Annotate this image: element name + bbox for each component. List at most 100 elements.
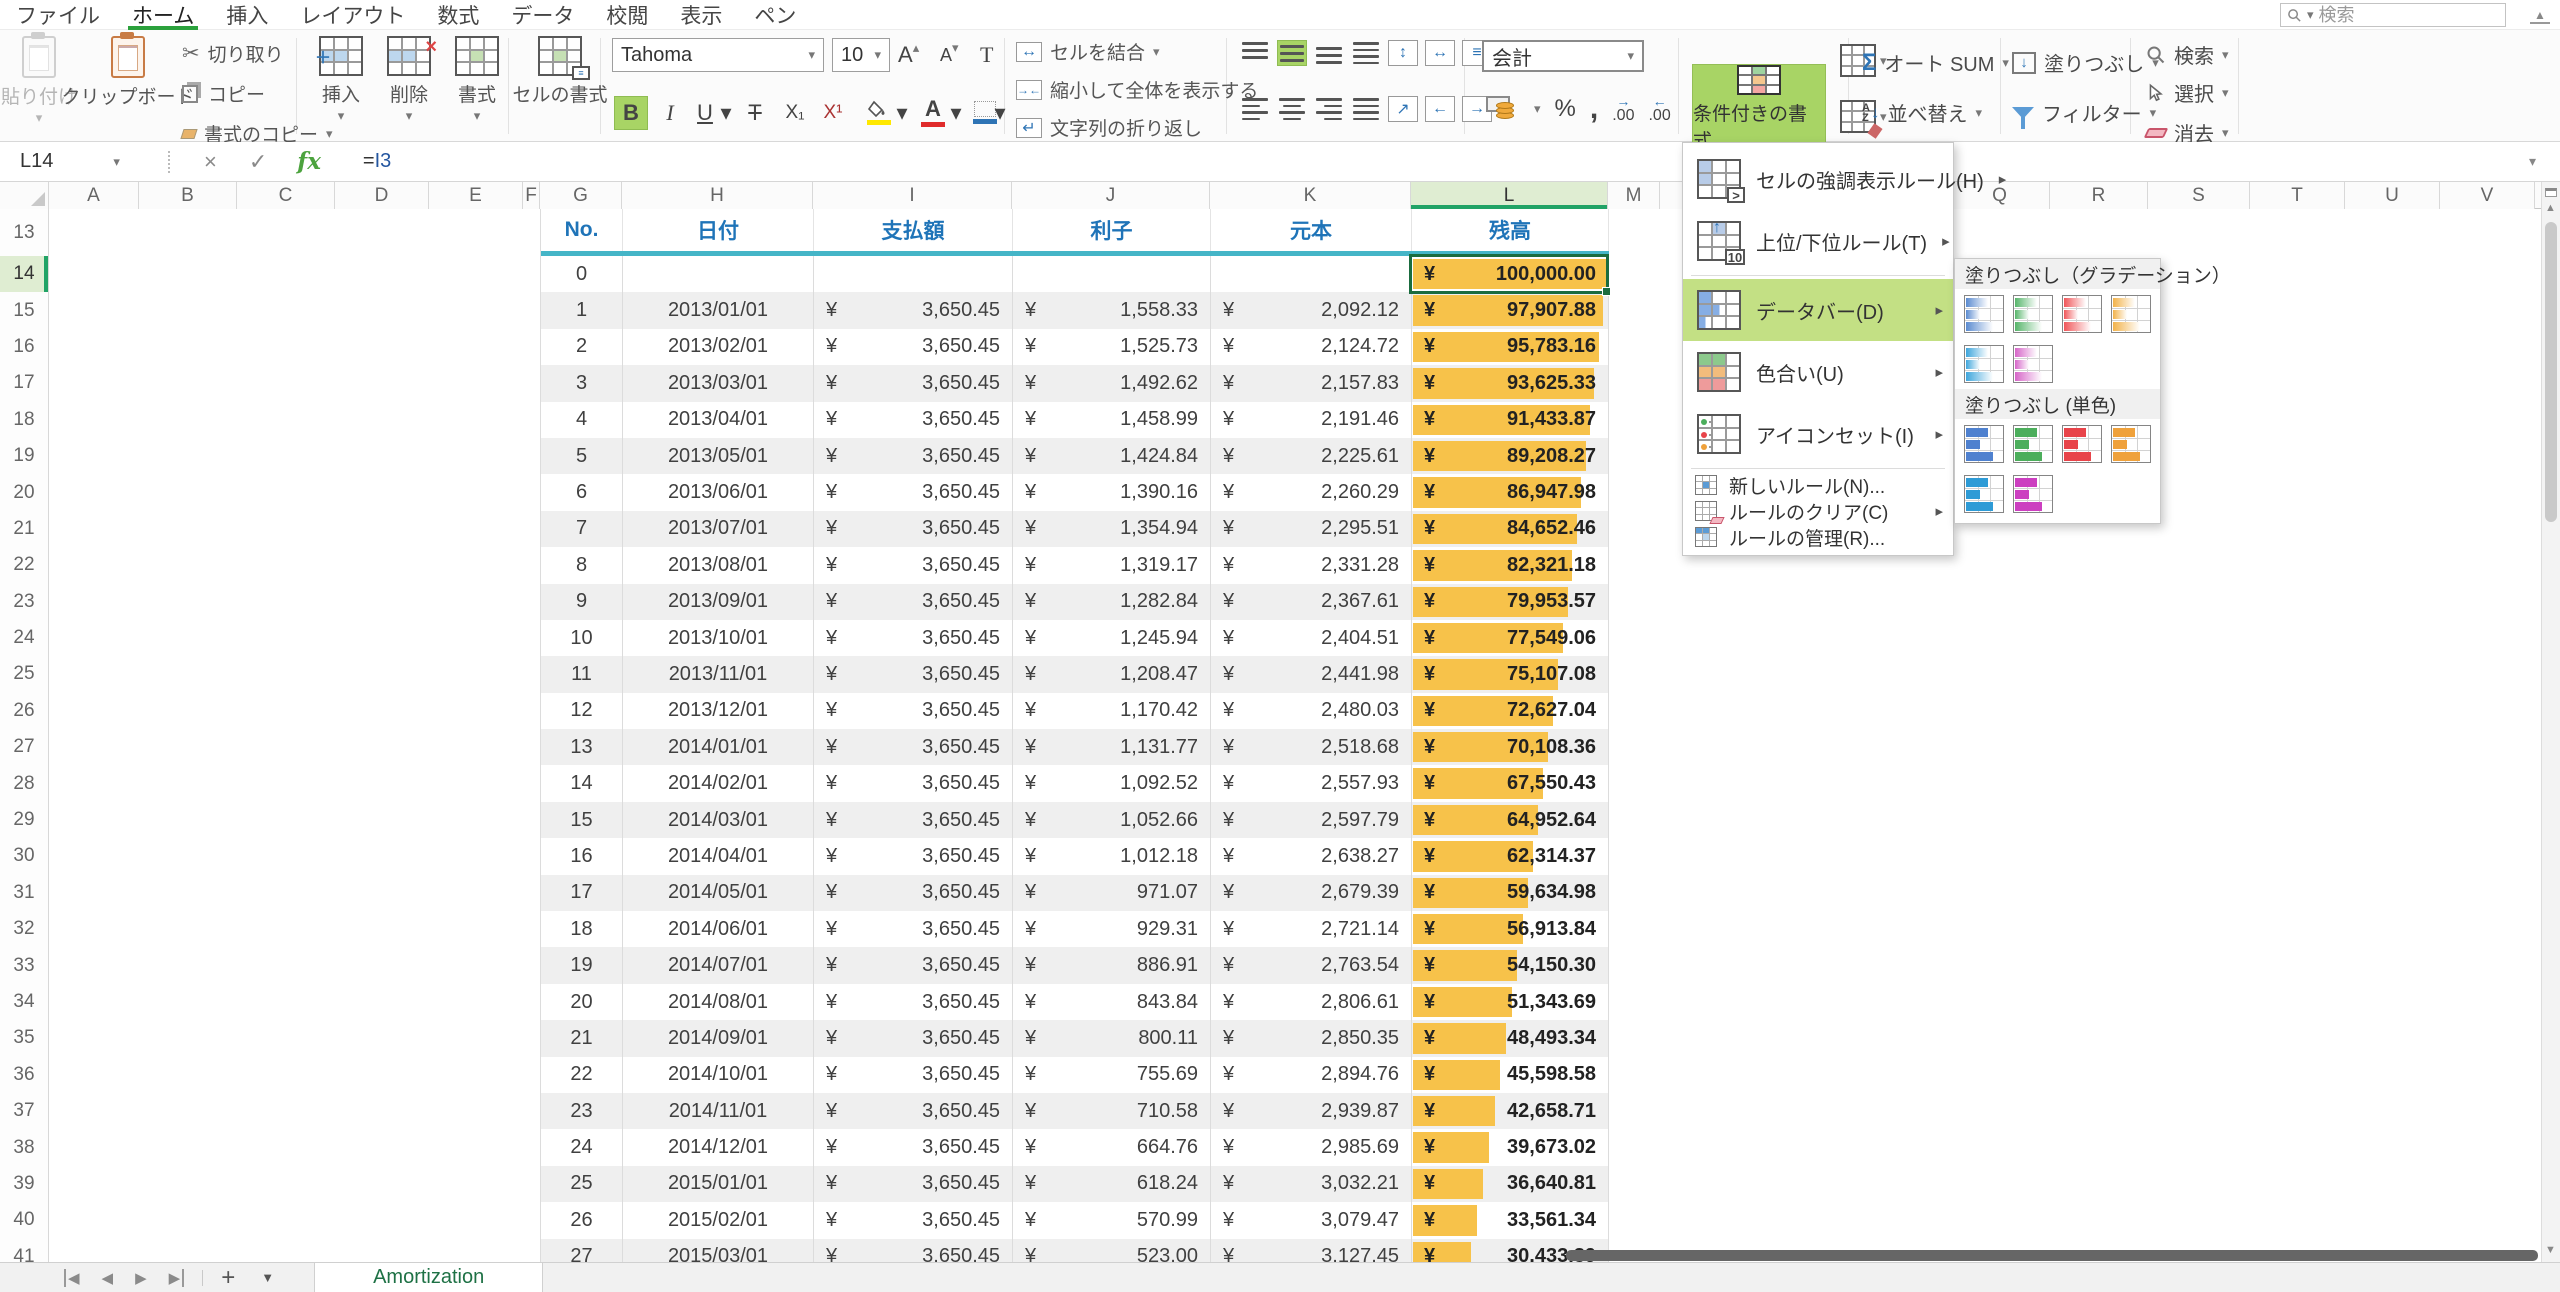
row-header-25[interactable]: 25 — [0, 656, 48, 692]
search-caret-icon[interactable]: ▾ — [2307, 10, 2314, 20]
superscript-button[interactable]: X¹ — [816, 96, 850, 130]
copy-button[interactable]: コピー — [182, 80, 265, 107]
cell-balance[interactable]: ¥33,561.34 — [1412, 1202, 1609, 1238]
row-header-27[interactable]: 27 — [0, 729, 48, 765]
row-header-19[interactable]: 19 — [0, 438, 48, 474]
cell-principal[interactable]: ¥2,225.61 — [1211, 438, 1412, 474]
column-header-G[interactable]: G — [540, 182, 622, 209]
format-cells-button[interactable]: 書式 ▾ — [446, 36, 508, 121]
cell-date[interactable]: 2013/05/01 — [623, 438, 814, 474]
cell-no[interactable]: 24 — [541, 1129, 623, 1165]
subscript-button[interactable]: X₁ — [778, 96, 812, 130]
cell-date[interactable]: 2013/02/01 — [623, 329, 814, 365]
column-header-S[interactable]: S — [2148, 182, 2250, 209]
cell-no[interactable]: 11 — [541, 656, 623, 692]
cell-principal[interactable]: ¥3,032.21 — [1211, 1166, 1412, 1202]
row-header-23[interactable]: 23 — [0, 584, 48, 620]
cell-principal[interactable]: ¥3,079.47 — [1211, 1202, 1412, 1238]
cell-principal[interactable]: ¥2,092.12 — [1211, 292, 1412, 328]
column-header-F[interactable]: F — [523, 182, 540, 209]
cell-payment[interactable] — [814, 256, 1013, 292]
sheet-grid[interactable]: 1314151617181920212223242526272829303132… — [0, 209, 2560, 1262]
cell-date[interactable]: 2014/12/01 — [623, 1129, 814, 1165]
cf-menu-item-3[interactable]: データバー(D)▸ — [1683, 279, 1953, 341]
name-box-caret-icon[interactable]: ▾ — [113, 157, 120, 167]
row-header-31[interactable]: 31 — [0, 875, 48, 911]
cell-principal[interactable]: ¥2,331.28 — [1211, 547, 1412, 583]
cell-balance[interactable]: ¥59,634.98 — [1412, 875, 1609, 911]
confirm-entry-icon[interactable]: ✓ — [249, 149, 267, 175]
gradient-swatch-4[interactable] — [2111, 295, 2151, 333]
cell-interest[interactable]: ¥1,525.73 — [1013, 329, 1211, 365]
italic-button[interactable]: I — [656, 96, 684, 130]
solid-swatch-3[interactable] — [2062, 425, 2102, 463]
ribbon-pin-icon[interactable]: ▲ — [2530, 6, 2550, 24]
row-header-21[interactable]: 21 — [0, 511, 48, 547]
cell-date[interactable]: 2013/10/01 — [623, 620, 814, 656]
menu-tab-数式[interactable]: 数式 — [421, 0, 495, 30]
bold-button[interactable]: B — [614, 96, 648, 130]
cell-interest[interactable]: ¥755.69 — [1013, 1057, 1211, 1093]
decrease-indent-icon[interactable]: ← — [1425, 96, 1455, 122]
cell-principal[interactable]: ¥2,404.51 — [1211, 620, 1412, 656]
cell-interest[interactable]: ¥1,092.52 — [1013, 765, 1211, 801]
cell-no[interactable]: 25 — [541, 1166, 623, 1202]
cancel-entry-icon[interactable]: × — [204, 149, 217, 175]
select-all-corner[interactable] — [0, 182, 49, 209]
column-header-K[interactable]: K — [1210, 182, 1411, 209]
name-box[interactable]: L14 ▾ — [0, 142, 150, 182]
cf-menu-item-4[interactable]: 色合い(U)▸ — [1683, 341, 1953, 403]
last-sheet-icon[interactable]: ▶ — [169, 1269, 185, 1287]
find-button[interactable]: 検索▾ — [2146, 40, 2229, 69]
shrink-to-fit-button[interactable]: →← 縮小して全体を表示する — [1016, 76, 1258, 103]
cell-date[interactable]: 2014/10/01 — [623, 1057, 814, 1093]
cell-principal[interactable]: ¥2,985.69 — [1211, 1129, 1412, 1165]
align-center-icon[interactable] — [1277, 96, 1307, 122]
cell-interest[interactable]: ¥618.24 — [1013, 1166, 1211, 1202]
cell-principal[interactable]: ¥2,806.61 — [1211, 984, 1412, 1020]
cell-payment[interactable]: ¥3,650.45 — [814, 547, 1013, 583]
currency-format-icon[interactable] — [1486, 94, 1520, 124]
cell-balance[interactable]: ¥97,907.88 — [1412, 292, 1609, 328]
cell-date[interactable]: 2013/08/01 — [623, 547, 814, 583]
cell-date[interactable]: 2014/08/01 — [623, 984, 814, 1020]
row-header-15[interactable]: 15 — [0, 292, 48, 328]
comma-format-icon[interactable]: , — [1590, 104, 1598, 114]
fill-color-button[interactable] — [862, 94, 896, 130]
row-header-30[interactable]: 30 — [0, 838, 48, 874]
cell-balance[interactable]: ¥95,783.16 — [1412, 329, 1609, 365]
cell-principal[interactable]: ¥2,850.35 — [1211, 1020, 1412, 1056]
gradient-swatch-1[interactable] — [1964, 295, 2004, 333]
delete-cells-button[interactable]: × 削除 ▾ — [378, 36, 440, 121]
cell-balance[interactable]: ¥79,953.57 — [1412, 584, 1609, 620]
cell-interest[interactable]: ¥1,492.62 — [1013, 365, 1211, 401]
cell-payment[interactable]: ¥3,650.45 — [814, 802, 1013, 838]
cell-principal[interactable]: ¥2,939.87 — [1211, 1093, 1412, 1129]
row-header-32[interactable]: 32 — [0, 911, 48, 947]
row-header-22[interactable]: 22 — [0, 547, 48, 583]
cell-principal[interactable]: ¥3,127.45 — [1211, 1239, 1412, 1262]
cell-balance[interactable]: ¥42,658.71 — [1412, 1093, 1609, 1129]
underline-caret-icon[interactable]: ▾ — [720, 96, 732, 130]
cell-no[interactable]: 23 — [541, 1093, 623, 1129]
vertical-scroll-thumb[interactable] — [2545, 222, 2557, 522]
horizontal-scroll-thumb[interactable] — [1566, 1250, 2538, 1261]
cell-date[interactable]: 2013/03/01 — [623, 365, 814, 401]
row-header-41[interactable]: 41 — [0, 1239, 48, 1262]
cell-principal[interactable]: ¥2,894.76 — [1211, 1057, 1412, 1093]
cell-no[interactable]: 20 — [541, 984, 623, 1020]
cell-principal[interactable]: ¥2,638.27 — [1211, 838, 1412, 874]
cell-no[interactable]: 0 — [541, 256, 623, 292]
column-header-D[interactable]: D — [335, 182, 429, 209]
cell-interest[interactable]: ¥1,390.16 — [1013, 474, 1211, 510]
cell-payment[interactable]: ¥3,650.45 — [814, 402, 1013, 438]
column-header-M[interactable]: M — [1608, 182, 1660, 209]
column-header-R[interactable]: R — [2050, 182, 2148, 209]
text-effects-button[interactable]: T — [980, 38, 993, 72]
cell-date[interactable]: 2014/07/01 — [623, 947, 814, 983]
align-middle-icon[interactable] — [1277, 40, 1307, 66]
filter-button[interactable]: フィルター▾ — [2012, 98, 2156, 127]
row-header-29[interactable]: 29 — [0, 802, 48, 838]
cell-interest[interactable]: ¥1,282.84 — [1013, 584, 1211, 620]
decrease-decimal-icon[interactable]: ←.00 — [1648, 94, 1670, 124]
